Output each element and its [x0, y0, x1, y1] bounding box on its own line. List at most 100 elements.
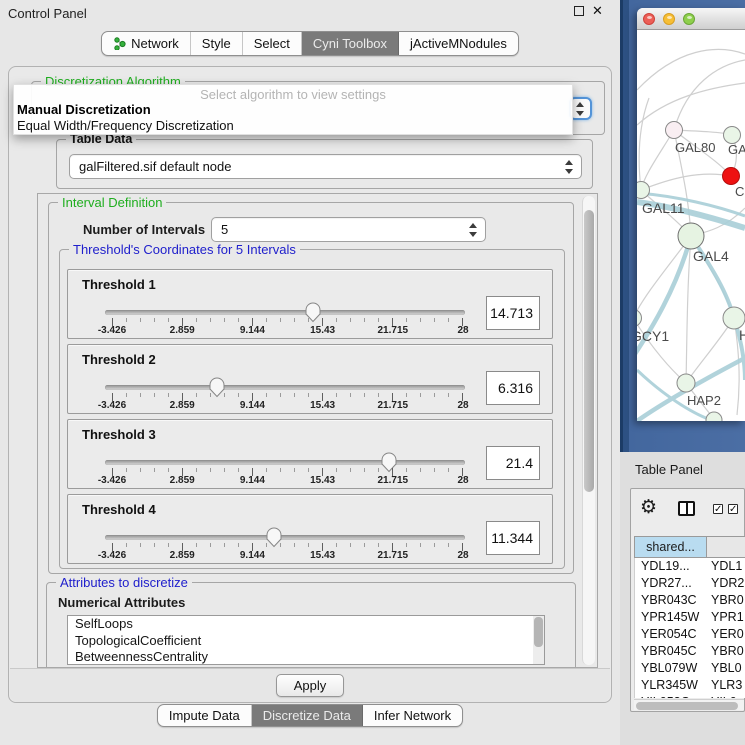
threshold-1-label: Threshold 1 [82, 277, 156, 292]
settings-scroll-area: Interval Definition Number of Intervals … [37, 193, 598, 668]
svg-text:GA: GA [728, 142, 745, 157]
threshold-4-slider[interactable] [105, 535, 465, 540]
minimize-traffic-light-icon[interactable] [663, 13, 675, 25]
table-data-value: galFiltered.sif default node [79, 159, 231, 174]
column-header-name[interactable]: na [707, 536, 745, 558]
top-tab-bar: Network Style Select Cyni Toolbox jActiv… [0, 31, 620, 56]
cyni-toolbox-panel: Discretization Algorithm Table Data galF… [8, 66, 612, 703]
stepper-arrows-icon [469, 223, 478, 237]
number-of-intervals-label: Number of Intervals [83, 222, 205, 237]
svg-text:GCY1: GCY1 [637, 328, 669, 344]
threshold-1-value-field[interactable]: 14.713 [486, 296, 540, 330]
zoom-traffic-light-icon[interactable] [683, 13, 695, 25]
tab-style[interactable]: Style [191, 32, 243, 55]
number-of-intervals-combobox[interactable]: 5 [211, 217, 486, 242]
table-data-combobox[interactable]: galFiltered.sif default node [69, 154, 582, 179]
threshold-2-label: Threshold 2 [82, 352, 156, 367]
thresholds-group-label: Threshold's Coordinates for 5 Intervals [69, 242, 300, 257]
numerical-attributes-label: Numerical Attributes [58, 595, 185, 610]
table-row[interactable]: YBR045CYBR0 [635, 643, 745, 660]
table-row[interactable]: YBR043CYBR0 [635, 592, 745, 609]
interval-definition-label: Interval Definition [58, 195, 166, 210]
algorithm-prompt: Select algorithm to view settings [14, 87, 572, 102]
threshold-2-value-field[interactable]: 6.316 [486, 371, 540, 405]
table-row[interactable]: YBL079WYBL0 [635, 660, 745, 677]
threshold-3-value-field[interactable]: 21.4 [486, 446, 540, 480]
svg-text:GAL4: GAL4 [693, 248, 729, 264]
threshold-3-slider[interactable] [105, 460, 465, 465]
checkbox-icon[interactable]: ✓ [728, 504, 738, 514]
tab-infer-network[interactable]: Infer Network [363, 705, 462, 726]
table-row[interactable]: YDL19...YDL1 [635, 558, 745, 575]
stepper-arrows-icon [565, 160, 574, 174]
network-nodes[interactable] [637, 122, 745, 422]
number-of-intervals-value: 5 [221, 222, 228, 237]
column-layout-icon[interactable] [678, 501, 695, 516]
list-item[interactable]: SelfLoops [68, 616, 544, 633]
scrollbar-thumb[interactable] [584, 210, 594, 492]
bottom-tab-bar: Impute Data Discretize Data Infer Networ… [0, 704, 620, 727]
table-frame: ⚙ ✓ ✓ shared... na YDL19...YDL1 YDR27...… [630, 488, 745, 712]
checkbox-icon[interactable]: ✓ [713, 504, 723, 514]
scrollbar-thumb[interactable] [636, 702, 738, 710]
table-body[interactable]: YDL19...YDL1 YDR27...YDR2 YBR043CYBR0 YP… [634, 558, 745, 698]
tab-discretize-data[interactable]: Discretize Data [252, 705, 363, 726]
apply-button[interactable]: Apply [276, 674, 344, 697]
tab-network[interactable]: Network [102, 32, 191, 55]
float-panel-icon[interactable] [574, 6, 584, 16]
tab-impute-data[interactable]: Impute Data [158, 705, 252, 726]
table-row[interactable]: YLR345WYLR3 [635, 677, 745, 694]
apply-strip: Apply [10, 668, 610, 702]
tab-cyni-toolbox[interactable]: Cyni Toolbox [302, 32, 399, 55]
settings-scrollbar[interactable] [582, 196, 595, 665]
slider-tick-labels: -3.426 2.859 9.144 15.43 21.715 28 [112, 325, 463, 337]
tab-jactivemnodules[interactable]: jActiveMNodules [399, 32, 518, 55]
gear-icon[interactable]: ⚙ [640, 496, 657, 519]
slider-tick-labels: -3.426 2.859 9.144 15.43 21.715 28 [112, 400, 463, 412]
threshold-3-box: Threshold 3 -3.426 2.859 9.144 15.43 [67, 419, 553, 489]
interval-definition-group: Interval Definition Number of Intervals … [48, 202, 574, 574]
network-window: GAL80 GA C GAL11 GAL4 GCY1 H HAP2 [637, 8, 745, 421]
threshold-1-box: Threshold 1 -3.426 2.859 9.144 15.43 [67, 269, 553, 339]
svg-text:HAP2: HAP2 [687, 393, 721, 408]
network-icon [113, 37, 126, 50]
screen: Control Panel ✕ Network Style Select Cyn… [0, 0, 745, 745]
threshold-2-slider[interactable] [105, 385, 465, 390]
list-item[interactable]: BetweennessCentrality [68, 649, 544, 665]
column-header-shared[interactable]: shared... [634, 536, 707, 558]
table-row[interactable]: YIL052CYIL0 [635, 694, 745, 698]
network-window-titlebar[interactable] [637, 8, 745, 30]
threshold-1-slider[interactable] [105, 310, 465, 315]
algorithm-dropdown-popup: Select algorithm to view settings Manual… [13, 84, 573, 135]
menu-item-equal-width-frequency[interactable]: Equal Width/Frequency Discretization [17, 118, 234, 133]
table-row[interactable]: YPR145WYPR1 [635, 609, 745, 626]
scrollbar-thumb[interactable] [534, 617, 543, 647]
threshold-4-value-field[interactable]: 11.344 [486, 521, 540, 555]
panel-title: Control Panel [8, 6, 87, 21]
close-icon[interactable]: ✕ [592, 6, 603, 16]
table-panel-region: Table Panel ⚙ ✓ ✓ shared... na YDL19...Y… [620, 452, 745, 745]
svg-text:H: H [739, 327, 745, 343]
attributes-group: Attributes to discretize Numerical Attri… [46, 582, 576, 668]
table-horizontal-scrollbar[interactable] [634, 699, 744, 710]
table-row[interactable]: YER054CYER0 [635, 626, 745, 643]
list-scrollbar[interactable] [533, 616, 544, 664]
threshold-3-label: Threshold 3 [82, 427, 156, 442]
list-item[interactable]: TopologicalCoefficient [68, 633, 544, 650]
threshold-4-label: Threshold 4 [82, 502, 156, 517]
tab-select[interactable]: Select [243, 32, 302, 55]
table-data-group: Table Data galFiltered.sif default node [56, 139, 593, 189]
close-traffic-light-icon[interactable] [643, 13, 655, 25]
svg-text:GAL80: GAL80 [675, 140, 715, 155]
svg-text:C: C [735, 184, 744, 199]
menu-item-manual-discretization[interactable]: Manual Discretization [17, 102, 151, 117]
threshold-2-box: Threshold 2 -3.426 2.859 9.144 15.43 [67, 344, 553, 414]
network-canvas[interactable]: GAL80 GA C GAL11 GAL4 GCY1 H HAP2 [637, 30, 745, 421]
selected-node [723, 168, 740, 185]
table-header: shared... na [634, 536, 745, 558]
table-panel-title: Table Panel [635, 462, 703, 477]
stepper-arrows-icon [576, 102, 585, 116]
attributes-group-label: Attributes to discretize [56, 575, 192, 590]
numerical-attributes-list[interactable]: SelfLoops TopologicalCoefficient Between… [67, 615, 545, 665]
table-row[interactable]: YDR27...YDR2 [635, 575, 745, 592]
